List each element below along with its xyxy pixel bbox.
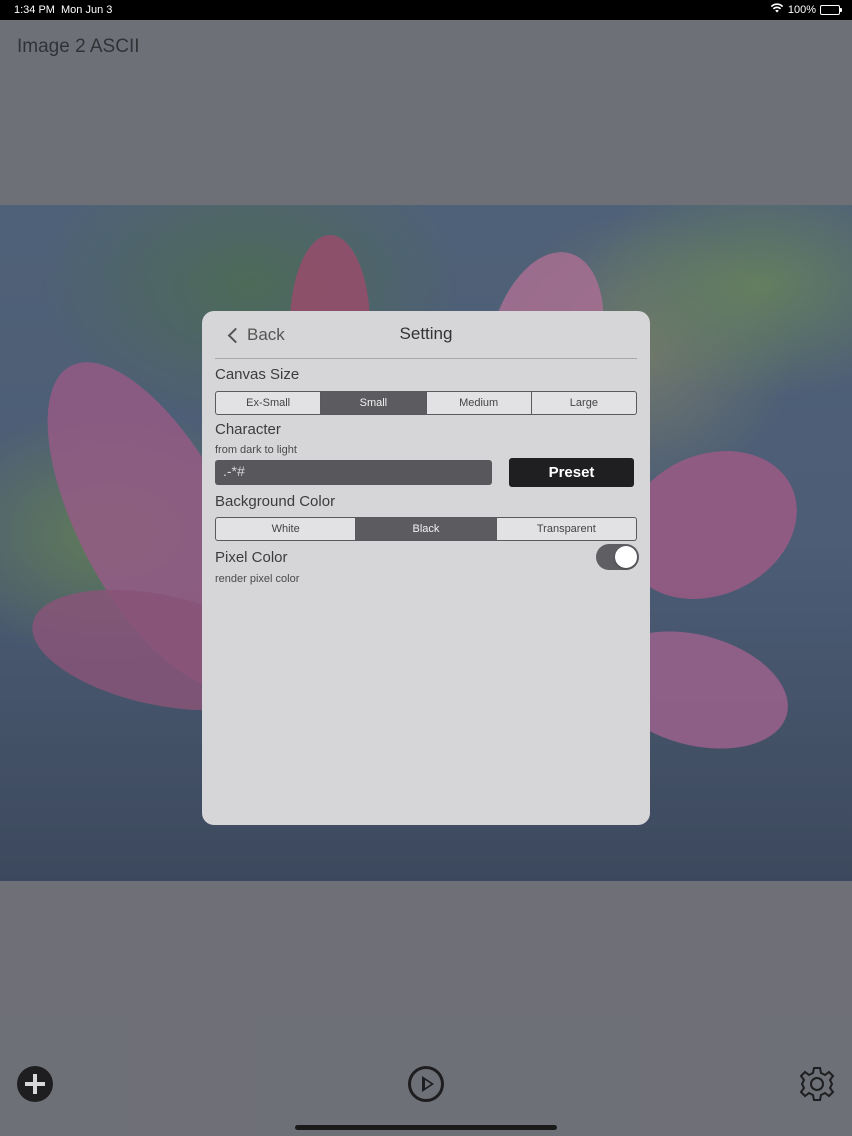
play-icon[interactable]	[408, 1066, 444, 1102]
add-icon[interactable]	[17, 1066, 53, 1102]
modal-header: Back Setting	[215, 311, 637, 359]
status-right: 100%	[770, 3, 842, 16]
battery-icon	[820, 4, 842, 15]
character-sublabel: from dark to light	[215, 444, 297, 456]
background-white[interactable]: White	[216, 518, 357, 540]
pixel-color-label: Pixel Color	[215, 549, 288, 566]
character-input[interactable]: .-*#	[215, 460, 492, 485]
background-black[interactable]: Black	[356, 518, 497, 540]
pixel-color-toggle[interactable]	[596, 544, 639, 570]
canvas-size-medium[interactable]: Medium	[427, 392, 532, 414]
canvas-size-label: Canvas Size	[215, 366, 300, 383]
pixel-color-sublabel: render pixel color	[215, 573, 300, 585]
toggle-knob	[615, 546, 637, 568]
home-indicator	[295, 1125, 557, 1130]
character-label: Character	[215, 421, 281, 438]
background-color-label: Background Color	[215, 493, 336, 510]
background-color-segmented: White Black Transparent	[215, 517, 637, 541]
canvas-size-segmented: Ex-Small Small Medium Large	[215, 391, 637, 415]
settings-modal: Back Setting Canvas Size Ex-Small Small …	[202, 311, 650, 825]
canvas-size-ex-small[interactable]: Ex-Small	[216, 392, 322, 414]
status-time: 1:34 PM	[14, 4, 55, 16]
status-bar: 1:34 PM Mon Jun 3 100%	[0, 0, 852, 20]
gear-icon[interactable]	[799, 1066, 835, 1102]
status-date: Mon Jun 3	[61, 4, 113, 16]
canvas-size-large[interactable]: Large	[532, 392, 636, 414]
battery-percent: 100%	[787, 3, 816, 16]
background-transparent[interactable]: Transparent	[497, 518, 636, 540]
preset-button[interactable]: Preset	[509, 458, 634, 487]
canvas-size-small[interactable]: Small	[321, 392, 427, 414]
modal-title: Setting	[399, 324, 453, 343]
wifi-icon	[770, 3, 784, 16]
